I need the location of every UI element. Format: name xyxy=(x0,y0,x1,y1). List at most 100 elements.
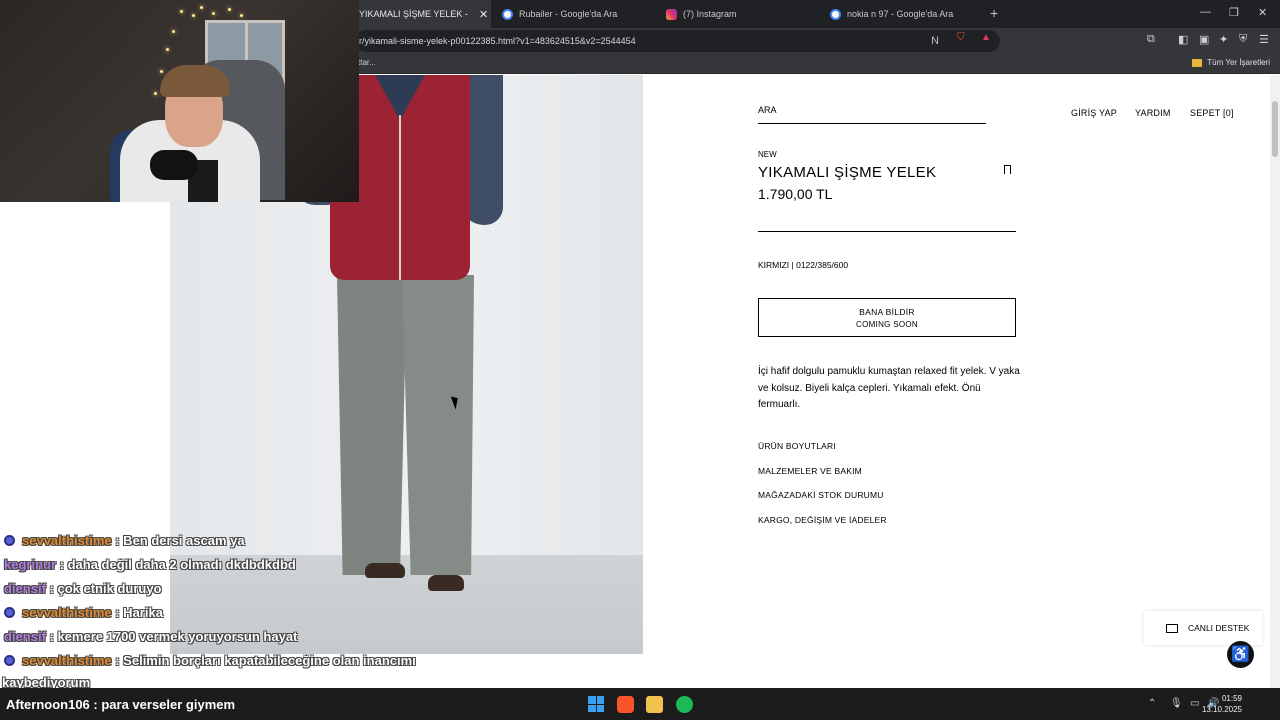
notify-me-button[interactable]: BANA BİLDİR COMING SOON xyxy=(758,298,1016,337)
search-label: ARA xyxy=(758,105,777,115)
spotify-icon[interactable] xyxy=(676,696,693,713)
streamer-hair xyxy=(160,65,230,97)
jeans-right-leg xyxy=(402,275,474,575)
vest-zipper xyxy=(399,115,401,280)
chat-username: sevvalthistime xyxy=(22,653,112,668)
all-bookmarks-label: Tüm Yer İşaretleri xyxy=(1207,58,1270,67)
url-text: r/yikamali-sisme-yelek-p00122385.html?v1… xyxy=(359,36,636,46)
tab-nokia[interactable]: nokia n 97 - Google'da Ara xyxy=(830,0,980,28)
chat-username: Afternoon106 xyxy=(6,697,90,712)
folder-icon xyxy=(1192,58,1203,67)
help-link[interactable]: YARDIM xyxy=(1135,108,1171,118)
bookmark-icon[interactable] xyxy=(1004,165,1011,177)
tab-title: Rubailer - Google'da Ara xyxy=(519,9,618,19)
brave-shield-icon[interactable]: ⛉ xyxy=(957,32,965,43)
tab-title: nokia n 97 - Google'da Ara xyxy=(847,9,954,19)
microphone xyxy=(150,150,198,180)
screenshot-icon[interactable]: ⧉ xyxy=(1147,33,1155,46)
chat-text: : Selimin borçları kapatabileceğine olan… xyxy=(115,653,416,668)
notify-label: BANA BİLDİR xyxy=(859,307,915,317)
chat-username: kegrinur xyxy=(4,557,57,572)
chat-text: : Ben dersi ascam ya xyxy=(115,533,245,548)
chat-message: sevvalthistime : Ben dersi ascam ya xyxy=(4,533,245,548)
shoe-right xyxy=(428,575,464,591)
subscriber-badge-icon xyxy=(4,535,15,546)
chat-message: diensif : çok etnik duruyo xyxy=(4,581,162,596)
leo-ai-icon[interactable]: ✦ xyxy=(1219,33,1228,46)
bookmark-item[interactable]: ttar... xyxy=(358,58,376,67)
subscriber-badge-icon xyxy=(4,607,15,618)
all-bookmarks-button[interactable]: Tüm Yer İşaretleri xyxy=(1192,58,1270,67)
file-explorer-icon[interactable] xyxy=(646,696,663,713)
wallet-icon[interactable]: ▣ xyxy=(1199,33,1209,46)
chat-username: diensif xyxy=(4,581,46,596)
instagram-icon xyxy=(666,8,677,20)
webcam-overlay xyxy=(0,0,359,202)
product-title: YIKAMALI ŞİŞME YELEK xyxy=(758,164,937,181)
accordion-materials-care[interactable]: MALZEMELER VE BAKIM xyxy=(758,466,862,476)
chat-bubble-icon xyxy=(1166,623,1178,633)
live-support-label: CANLI DESTEK xyxy=(1188,623,1250,633)
chat-text: : Harika xyxy=(115,605,163,620)
product-color-code: KIRMIZI | 0122/385/600 xyxy=(758,260,849,270)
show-hidden-icons-icon[interactable]: ⌃ xyxy=(1148,698,1156,709)
google-icon xyxy=(502,8,513,20)
chat-message: sevvalthistime : Harika xyxy=(4,605,163,620)
taskbar: Afternoon106 : para verseler giymem ⌃ 🎙 … xyxy=(0,688,1280,720)
chat-text: : daha değil daha 2 olmadı dkdbdkdbd xyxy=(59,557,296,572)
brave-browser-icon[interactable] xyxy=(617,696,634,713)
url-field[interactable]: r/yikamali-sisme-yelek-p00122385.html?v1… xyxy=(355,30,1000,52)
screen: YIKAMALI ŞİŞME YELEK - Kırmızı ✕ Rubaile… xyxy=(0,0,1280,720)
reader-off-icon[interactable]: Ｎ xyxy=(930,32,940,47)
minimize-icon[interactable]: — xyxy=(1200,6,1211,18)
subscriber-badge-icon xyxy=(4,655,15,666)
product-description: İçi hafif dolgulu pamuklu kumaştan relax… xyxy=(758,366,1020,410)
close-window-icon[interactable]: ✕ xyxy=(1258,6,1267,19)
sidebar-icon[interactable]: ◧ xyxy=(1178,33,1188,46)
brave-rewards-icon[interactable]: ▲ xyxy=(981,32,991,43)
chat-text: : para verseler giymem xyxy=(89,697,236,712)
scrollbar-thumb[interactable] xyxy=(1272,101,1278,157)
chat-username: sevvalthistime xyxy=(22,605,112,620)
chat-message: sevvalthistime : Selimin borçları kapata… xyxy=(4,653,416,668)
accessibility-icon[interactable]: ♿ xyxy=(1227,641,1254,668)
product-price: 1.790,00 TL xyxy=(758,186,833,202)
network-icon[interactable]: ▭ xyxy=(1190,698,1199,709)
chat-username: sevvalthistime xyxy=(22,533,112,548)
accordion-product-sizes[interactable]: ÜRÜN BOYUTLARI xyxy=(758,441,836,451)
shoe-left xyxy=(365,563,405,578)
chat-message: diensif : kemere 1700 vermek yoruyorsun … xyxy=(4,629,297,644)
clock-date: 13.10.2025 xyxy=(1201,705,1242,714)
close-icon[interactable]: ✕ xyxy=(479,8,488,21)
page-scrollbar[interactable] xyxy=(1270,75,1280,688)
chat-username: diensif xyxy=(4,629,46,644)
menu-icon[interactable]: ☰ xyxy=(1259,33,1269,46)
google-icon xyxy=(830,8,841,20)
tab-title: YIKAMALI ŞİŞME YELEK - Kırmızı xyxy=(359,9,471,19)
vpn-icon[interactable]: ⛨ xyxy=(1239,33,1247,46)
new-tab-button[interactable]: + xyxy=(990,5,998,21)
tab-product[interactable]: YIKAMALI ŞİŞME YELEK - Kırmızı ✕ xyxy=(359,0,491,28)
tab-instagram[interactable]: (7) Instagram xyxy=(666,0,816,28)
tab-rubailer[interactable]: Rubailer - Google'da Ara xyxy=(502,0,652,28)
new-badge: NEW xyxy=(758,150,777,159)
search-input[interactable]: ARA xyxy=(758,105,986,124)
chat-message: kegrinur : daha değil daha 2 olmadı dkdb… xyxy=(4,557,296,572)
accordion-store-stock[interactable]: MAĞAZADAKİ STOK DURUMU xyxy=(758,490,884,500)
divider xyxy=(758,231,1016,232)
chat-text: : kemere 1700 vermek yoruyorsun hayat xyxy=(49,629,298,644)
microphone-icon[interactable]: 🎙 xyxy=(1170,698,1183,709)
login-link[interactable]: GİRİŞ YAP xyxy=(1071,108,1117,118)
windows-start-icon[interactable] xyxy=(588,696,604,712)
tab-title: (7) Instagram xyxy=(683,9,737,19)
cart-link[interactable]: SEPET [0] xyxy=(1190,108,1234,118)
clock-time: 01:59 xyxy=(1221,694,1242,703)
chat-text: : çok etnik duruyo xyxy=(49,581,162,596)
coming-soon-label: COMING SOON xyxy=(856,320,918,329)
taskbar-chat-message: Afternoon106 : para verseler giymem xyxy=(6,697,235,712)
accordion-shipping-returns[interactable]: KARGO, DEĞİŞİM VE İADELER xyxy=(758,515,887,525)
jeans-left-leg xyxy=(337,275,407,575)
live-support-button[interactable]: CANLI DESTEK xyxy=(1144,611,1262,645)
restore-icon[interactable]: ❐ xyxy=(1229,6,1239,19)
system-clock[interactable]: 01:59 13.10.2025 xyxy=(1202,693,1242,715)
